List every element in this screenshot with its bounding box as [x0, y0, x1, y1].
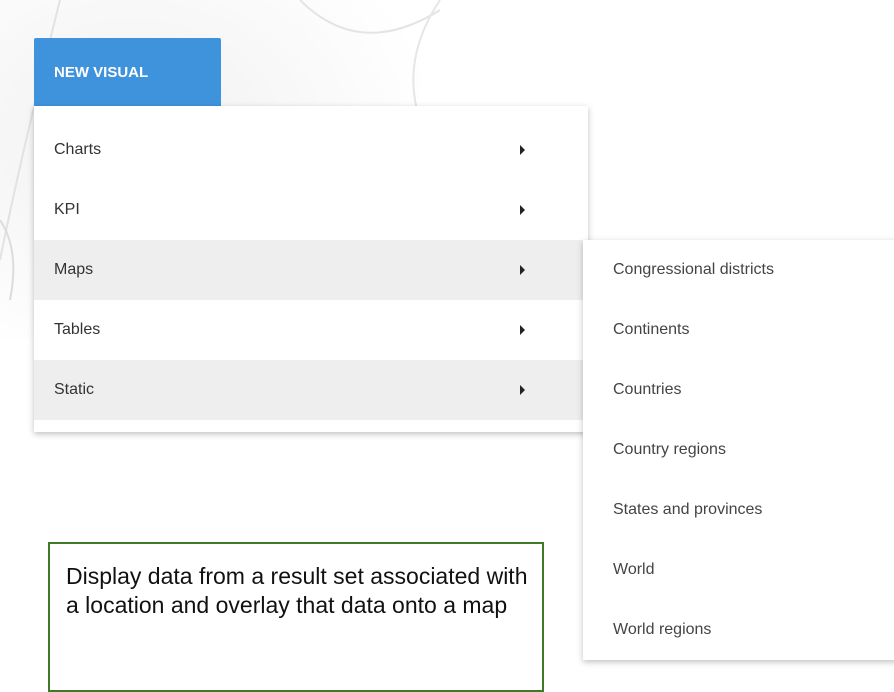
menu-item-static[interactable]: Static — [34, 360, 588, 420]
submenu-item-continents[interactable]: Continents — [583, 300, 894, 360]
caret-right-icon — [520, 205, 525, 215]
submenu-item-world[interactable]: World — [583, 540, 894, 600]
submenu-item-states-and-provinces[interactable]: States and provinces — [583, 480, 894, 540]
caret-right-icon — [520, 325, 525, 335]
menu-item-charts[interactable]: Charts — [34, 120, 588, 180]
caret-right-icon — [520, 145, 525, 155]
new-visual-button[interactable]: NEW VISUAL — [34, 38, 221, 106]
menu-item-maps[interactable]: Maps — [34, 240, 588, 300]
maps-description-callout: Display data from a result set associate… — [48, 542, 544, 692]
menu-item-kpi[interactable]: KPI — [34, 180, 588, 240]
menu-item-label: Tables — [54, 321, 101, 338]
new-visual-menu: Charts KPI Maps Tables Static — [34, 106, 588, 432]
caret-right-icon — [520, 385, 525, 395]
submenu-item-country-regions[interactable]: Country regions — [583, 420, 894, 480]
submenu-item-congressional-districts[interactable]: Congressional districts — [583, 240, 894, 300]
menu-item-label: Maps — [54, 261, 94, 278]
submenu-item-countries[interactable]: Countries — [583, 360, 894, 420]
menu-item-tables[interactable]: Tables — [34, 300, 588, 360]
menu-item-label: Static — [54, 381, 95, 398]
caret-right-icon — [520, 265, 525, 275]
menu-item-label: KPI — [54, 201, 80, 218]
maps-submenu: Congressional districts Continents Count… — [583, 240, 894, 660]
menu-item-label: Charts — [54, 141, 102, 158]
submenu-item-world-regions[interactable]: World regions — [583, 600, 894, 660]
